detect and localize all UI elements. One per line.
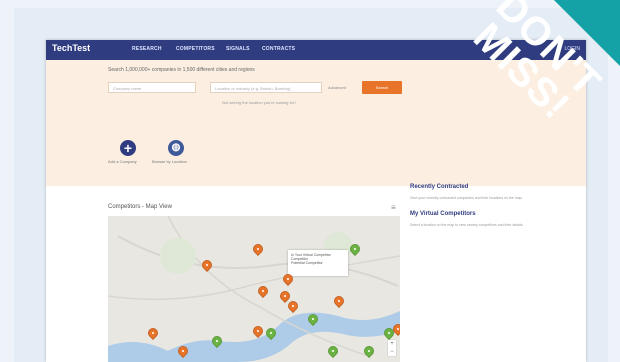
nav-research[interactable]: RESEARCH	[132, 46, 162, 52]
hero-headline: Search 1,000,000+ companies in 1,500 dif…	[108, 67, 255, 73]
map-legend: In Your Virtual Competitor Competitor Po…	[288, 250, 348, 276]
zoom-control[interactable]: + −	[388, 340, 396, 356]
browse-location-label[interactable]: Browse by Location	[152, 159, 187, 164]
plus-icon[interactable]: +	[120, 140, 136, 156]
nav-contracts[interactable]: CONTRACTS	[262, 46, 295, 52]
app-window: TechTest RESEARCH COMPETITORS SIGNALS CO…	[46, 40, 586, 362]
map-title: Competitors - Map View	[108, 204, 172, 210]
virtual-competitors-title[interactable]: My Virtual Competitors	[410, 211, 580, 217]
sidebar: Recently Contracted View your recently c…	[410, 184, 580, 238]
map-background	[108, 216, 400, 362]
nav-competitors[interactable]: COMPETITORS	[176, 46, 215, 52]
logo[interactable]: TechTest	[52, 43, 90, 53]
add-company-label[interactable]: Add a Company	[108, 159, 137, 164]
recently-contracted-title[interactable]: Recently Contracted	[410, 184, 580, 190]
search-button[interactable]: Search	[362, 81, 402, 94]
competitor-map[interactable]: In Your Virtual Competitor Competitor Po…	[108, 216, 400, 362]
location-input[interactable]: Location or industry (e.g. Boston, Banki…	[210, 82, 322, 93]
legend-item: Potential Competitor	[291, 261, 323, 265]
recently-contracted-text: View your recently contracted companies …	[410, 196, 523, 200]
grid-icon[interactable]: ≡	[391, 203, 396, 212]
advanced-link[interactable]: Advanced	[328, 85, 346, 90]
hint-text: Not seeing the location you're looking f…	[222, 100, 297, 105]
globe-icon[interactable]: ◍	[168, 140, 184, 156]
virtual-competitors-text: Select a location on the map to view nea…	[410, 223, 524, 227]
company-name-input[interactable]: Company name	[108, 82, 196, 93]
nav-signals[interactable]: SIGNALS	[226, 46, 250, 52]
